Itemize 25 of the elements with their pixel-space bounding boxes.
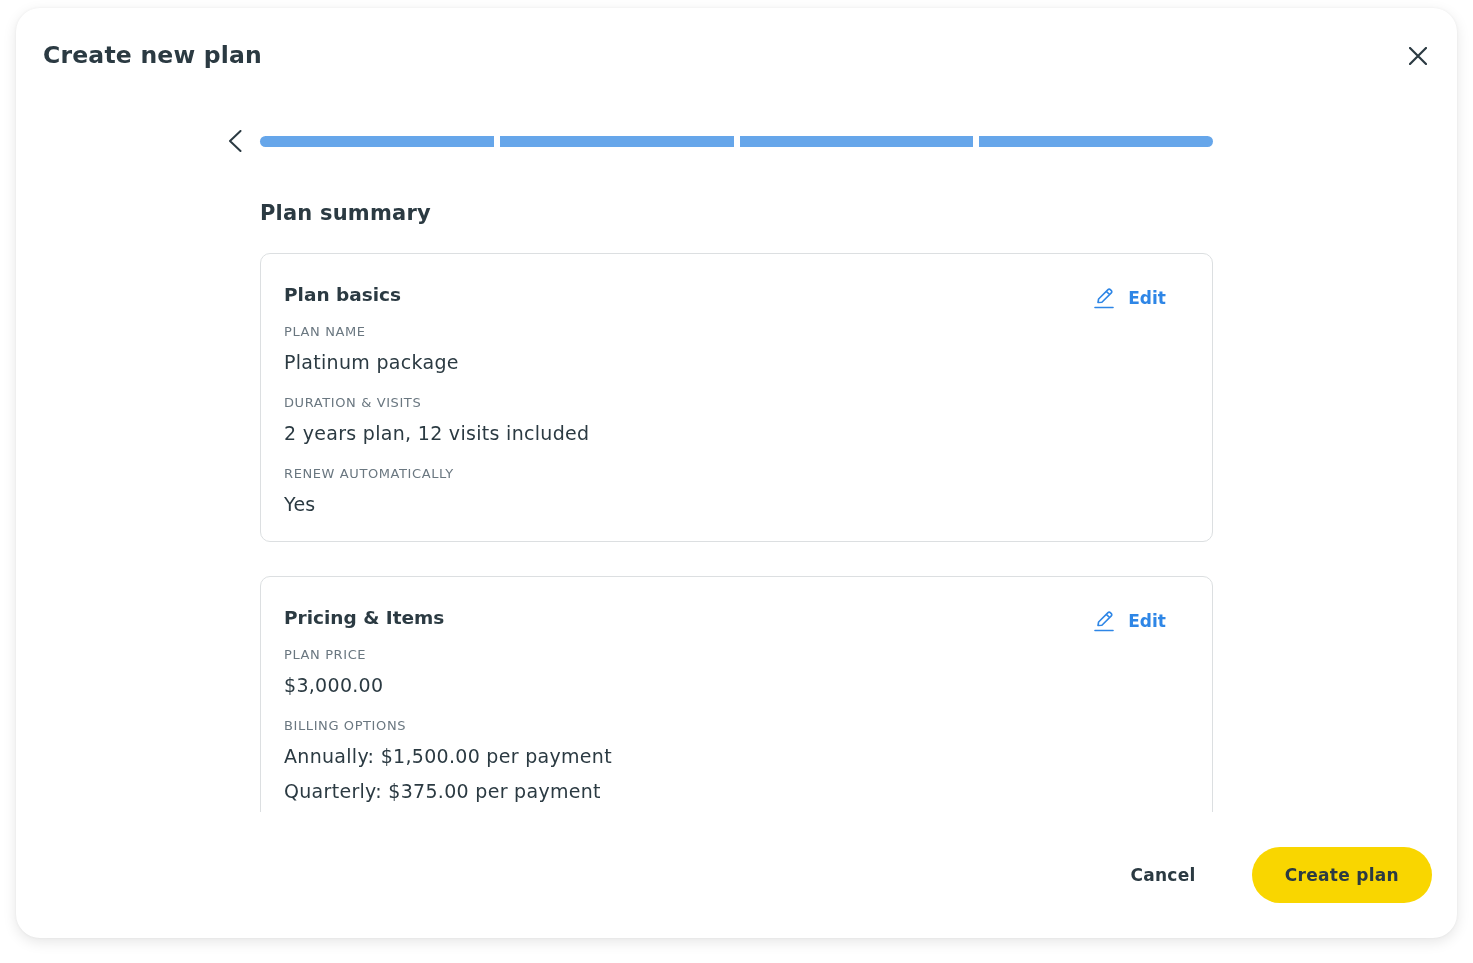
field-value: Yes <box>284 492 317 517</box>
field-label: BILLING OPTIONS <box>284 717 408 735</box>
dialog-title: Create new plan <box>43 40 262 71</box>
close-icon <box>1409 47 1427 65</box>
close-button[interactable] <box>1407 45 1429 67</box>
create-button[interactable]: Create plan <box>1251 847 1432 903</box>
field-label: RENEW AUTOMATICALLY <box>284 465 455 483</box>
field-value: Platinum package <box>284 350 460 375</box>
chevron-left-icon <box>228 130 242 152</box>
field-value: Annually: $1,500.00 per payment <box>284 744 613 769</box>
field-value: 2 years plan, 12 visits included <box>284 421 591 446</box>
section-heading: Plan summary <box>260 200 432 227</box>
field-label: PLAN PRICE <box>284 646 368 664</box>
edit-button[interactable]: Edit <box>1094 285 1166 311</box>
edit-button[interactable]: Edit <box>1094 608 1166 634</box>
pencil-icon <box>1094 610 1115 632</box>
field-value: $3,000.00 <box>284 673 385 698</box>
cancel-button[interactable]: Cancel <box>1120 847 1206 903</box>
card-title: Plan basics <box>284 283 402 307</box>
pencil-icon <box>1094 287 1115 309</box>
card-title: Pricing & Items <box>284 606 445 630</box>
field-value: Quarterly: $375.00 per payment <box>284 779 602 804</box>
field-label: PLAN NAME <box>284 323 367 341</box>
back-button[interactable] <box>228 130 242 152</box>
field-label: DURATION & VISITS <box>284 394 423 412</box>
